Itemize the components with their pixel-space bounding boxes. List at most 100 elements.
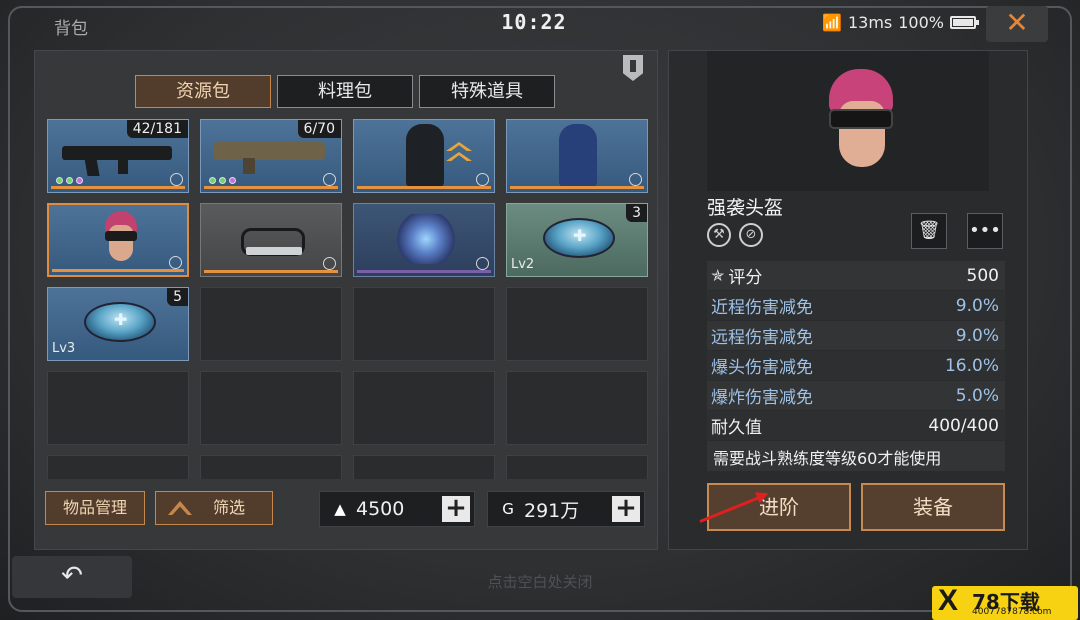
add-gold-button[interactable]: +	[612, 495, 640, 522]
item-slot-shotgun[interactable]: 6/70	[200, 119, 342, 193]
stat-label-text: 评分	[728, 268, 763, 288]
stat-label: 耐久值	[711, 418, 762, 438]
stat-row-ranged-reduction: 远程伤害减免 9.0%	[707, 321, 1005, 351]
rarity-bar	[357, 186, 491, 189]
helmet-portrait-icon	[823, 69, 903, 179]
stat-label: 近程伤害减免	[711, 298, 813, 318]
supply-pack-icon	[84, 302, 156, 342]
stat-value: 9.0%	[955, 325, 999, 346]
requirement-text: 需要战斗熟练度等级60才能使用	[707, 441, 1005, 471]
supply-pack-icon	[543, 218, 615, 258]
level-label: Lv2	[511, 257, 535, 272]
stat-row-headshot-reduction: 爆头伤害减免 16.0%	[707, 351, 1005, 381]
item-slot-supply-pack-lv2[interactable]: 3 Lv2	[506, 203, 648, 277]
filter-icon	[168, 501, 192, 515]
status-bar: 📶 13ms 100%	[822, 13, 979, 32]
crystal-icon	[394, 214, 458, 264]
item-grid: 42/181 6/70 ✚ 3 Lv2 ✚ 5 Lv3	[47, 119, 648, 479]
stat-label: 远程伤害减免	[711, 328, 813, 348]
rarity-bar	[204, 186, 338, 189]
inventory-panel: 资源包 料理包 特殊道具 42/181 6/70 ✚ 3 Lv2 ✚ 5 Lv3…	[34, 50, 658, 550]
type-badge-icon	[323, 173, 336, 186]
close-button[interactable]: ✕	[986, 6, 1048, 42]
trash-button[interactable]: 🗑	[911, 213, 947, 249]
stat-row-melee-reduction: 近程伤害减免 9.0%	[707, 291, 1005, 321]
item-manage-button[interactable]: 物品管理	[45, 491, 145, 525]
star-icon: ✯	[711, 266, 725, 285]
helmet-goggle	[105, 231, 137, 241]
tab-resource-pack[interactable]: 资源包	[135, 75, 271, 108]
shotgun-icon	[213, 142, 325, 174]
stat-label: 爆头伤害减免	[711, 358, 813, 378]
watermark-url: 4007787878.com	[972, 607, 1052, 617]
empty-slot[interactable]	[353, 287, 495, 361]
type-badge-icon	[476, 257, 489, 270]
watermark-logo: X	[938, 584, 959, 617]
empty-slot[interactable]	[200, 287, 342, 361]
item-name: 强袭头盔	[707, 197, 784, 219]
repair-tools-icon: ⚒	[707, 223, 731, 247]
empty-slot[interactable]	[506, 371, 648, 445]
type-badge-icon	[323, 257, 336, 270]
equip-button[interactable]: 装备	[861, 483, 1005, 531]
item-slot-hooded-outfit[interactable]	[353, 119, 495, 193]
item-portrait	[707, 51, 989, 191]
level-label: Lv3	[52, 341, 76, 356]
rarity-bar	[357, 270, 491, 273]
quality-dot	[219, 177, 226, 184]
armor-suit-icon	[559, 124, 597, 188]
empty-slot[interactable]	[200, 371, 342, 445]
battery-icon	[950, 16, 979, 29]
item-slot-crystal[interactable]	[353, 203, 495, 277]
item-slot-assault-helmet[interactable]	[47, 203, 189, 277]
type-badge-icon	[169, 256, 182, 269]
empty-slot[interactable]	[506, 455, 648, 479]
stat-row-score: ✯ 评分 500	[707, 261, 1005, 291]
empty-slot[interactable]	[506, 287, 648, 361]
filter-button[interactable]: 筛选	[155, 491, 273, 525]
tab-special-items[interactable]: 特殊道具	[419, 75, 555, 108]
bookmark-icon[interactable]	[623, 55, 643, 81]
item-slot-rifle[interactable]: 42/181	[47, 119, 189, 193]
stat-value: 9.0%	[955, 295, 999, 316]
type-badge-icon	[476, 173, 489, 186]
item-type-icons: ⚒ ⊘	[707, 223, 763, 247]
tab-food-pack[interactable]: 料理包	[277, 75, 413, 108]
hooded-outfit-icon	[406, 124, 444, 188]
ammo-count: 6/70	[297, 120, 341, 138]
item-detail-panel: 强袭头盔 ⚒ ⊘ 🗑 ••• ✯ 评分 500 近程伤害减免 9.0% 远程伤害减…	[668, 50, 1028, 550]
rarity-bar	[204, 270, 338, 273]
tab-bar: 资源包 料理包 特殊道具	[135, 75, 555, 108]
empty-slot[interactable]	[353, 371, 495, 445]
stat-value: 16.0%	[944, 355, 999, 376]
empty-slot[interactable]	[47, 455, 189, 479]
quality-dots	[209, 177, 236, 184]
quality-dots	[56, 177, 83, 184]
item-slot-armor-suit[interactable]	[506, 119, 648, 193]
crystal-amount: 4500	[356, 498, 405, 520]
stat-row-explosion-reduction: 爆炸伤害减免 5.0%	[707, 381, 1005, 411]
upgrade-arrow-icon	[446, 142, 472, 162]
rarity-bar	[51, 186, 185, 189]
item-slot-goggles[interactable]	[200, 203, 342, 277]
ping-text: 13ms	[847, 13, 893, 32]
empty-slot[interactable]	[353, 455, 495, 479]
quality-dot	[209, 177, 216, 184]
crystal-currency-icon: ▲	[334, 500, 346, 518]
empty-slot[interactable]	[200, 455, 342, 479]
portrait-goggle	[829, 109, 893, 129]
inventory-toolbar: 物品管理 筛选 ▲ 4500 + G 291万 +	[45, 491, 649, 531]
stats-table: ✯ 评分 500 近程伤害减免 9.0% 远程伤害减免 9.0% 爆头伤害减免 1…	[707, 261, 1005, 441]
more-button[interactable]: •••	[967, 213, 1003, 249]
wifi-icon: 📶	[822, 13, 842, 32]
add-crystal-button[interactable]: +	[442, 495, 470, 522]
stack-count: 5	[167, 288, 188, 306]
item-slot-supply-pack-lv3[interactable]: 5 Lv3	[47, 287, 189, 361]
rarity-bar	[510, 186, 644, 189]
type-badge-icon	[170, 173, 183, 186]
quality-dot	[56, 177, 63, 184]
ammo-count: 42/181	[126, 120, 188, 138]
empty-slot[interactable]	[47, 371, 189, 445]
stat-label: 爆炸伤害减免	[711, 388, 813, 408]
site-watermark: X 78下载 4007787878.com	[932, 584, 1078, 620]
